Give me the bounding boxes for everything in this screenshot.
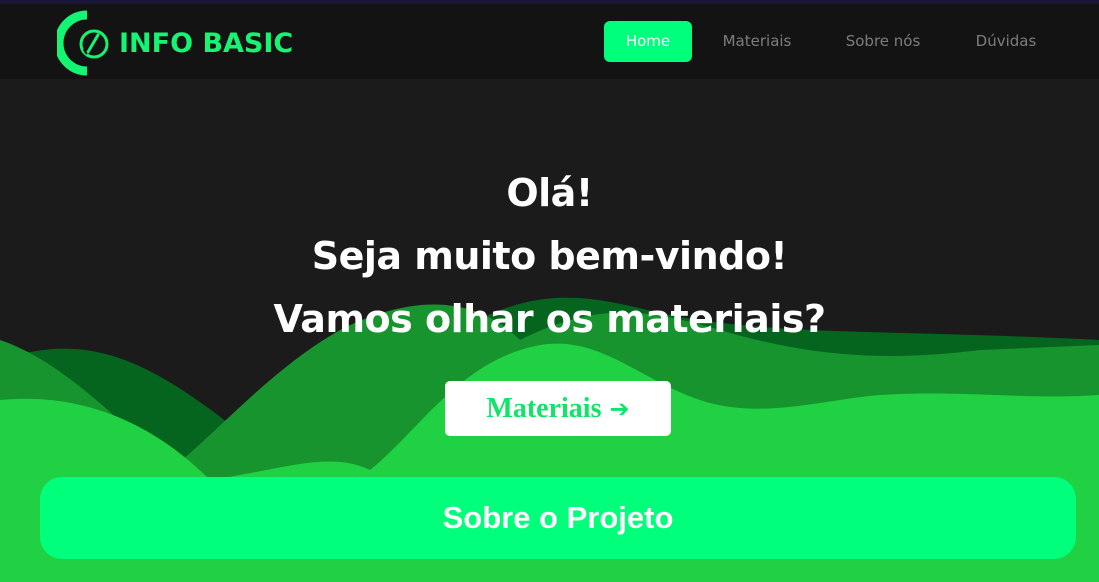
navbar: INFO BASIC Home Materiais Sobre nós Dúvi… — [0, 4, 1099, 79]
materiais-button[interactable]: Materiais ➔ — [445, 381, 671, 436]
hero-question: Vamos olhar os materiais? — [273, 297, 826, 341]
page: INFO BASIC Home Materiais Sobre nós Dúvi… — [0, 0, 1099, 582]
hero-heading: Olá! Seja muito bem-vindo! Vamos olhar o… — [0, 162, 1099, 351]
hero-welcome: Seja muito bem-vindo! — [311, 234, 788, 278]
hero-greeting: Olá! — [506, 171, 593, 215]
materiais-button-label: Materiais — [486, 392, 602, 424]
sobre-o-projeto-label: Sobre o Projeto — [442, 500, 674, 535]
arrow-right-icon: ➔ — [609, 394, 630, 423]
nav-item-duvidas[interactable]: Dúvidas — [964, 21, 1048, 62]
nav-item-sobre-nos[interactable]: Sobre nós — [834, 21, 932, 62]
nav-links: Home Materiais Sobre nós Dúvidas — [0, 4, 1099, 79]
nav-item-materiais[interactable]: Materiais — [712, 21, 802, 62]
nav-item-home[interactable]: Home — [604, 21, 692, 62]
sobre-o-projeto-button[interactable]: Sobre o Projeto — [40, 477, 1076, 559]
